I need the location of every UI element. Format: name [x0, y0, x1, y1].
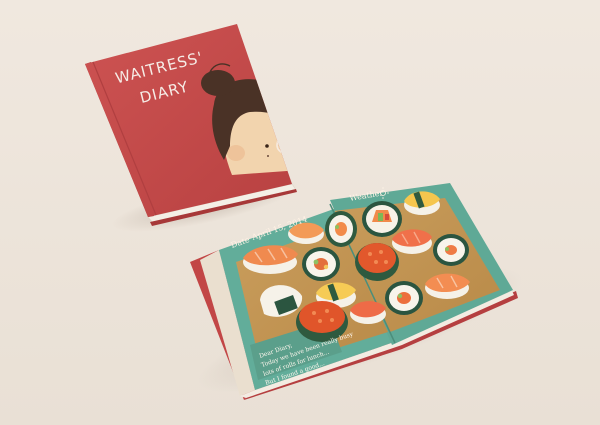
maki-roll: [433, 234, 469, 266]
girl-mole: [267, 155, 269, 157]
scene: WAITRESS' DIARY Date April 15, 2014 Weat…: [0, 0, 600, 425]
rainbow-maki: [362, 201, 402, 237]
maki-roll: [385, 281, 423, 315]
girl-hair-bun: [201, 70, 235, 96]
girl-eye: [265, 144, 269, 148]
maki-roll: [302, 247, 340, 281]
girl-ear: [227, 145, 245, 161]
roe-gunkan: [355, 243, 399, 281]
maki-roll: [325, 211, 357, 247]
